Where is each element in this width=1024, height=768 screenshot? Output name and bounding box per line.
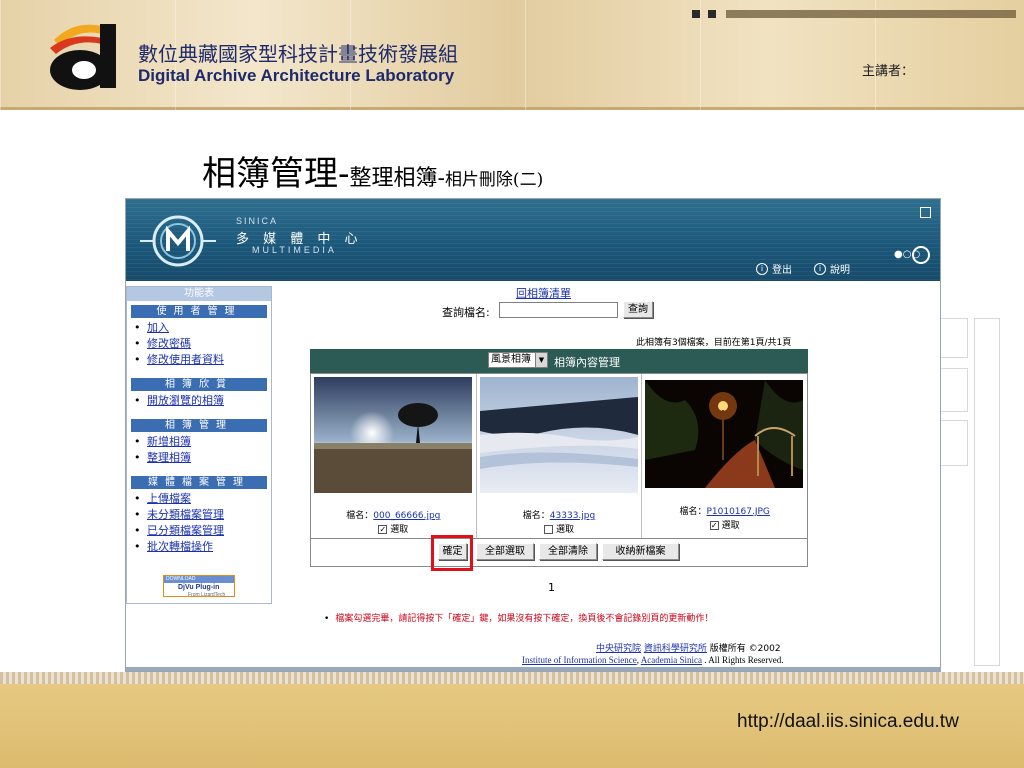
photo-cell: 檔名：P1010167.JPG ✓ 選取 xyxy=(642,374,807,538)
sidebar-section-browse: 相簿欣賞 xyxy=(131,378,267,391)
sidebar-item-join[interactable]: 加入 xyxy=(134,320,271,336)
iis-link[interactable]: 資訊科學研究所 xyxy=(644,644,707,654)
back-to-album-list-link[interactable]: 回相簿清單 xyxy=(516,285,571,301)
deco-panel xyxy=(940,368,968,412)
photo-select-row: 選取 xyxy=(477,522,642,535)
album-header: 風景相簿 ▼ 相簿內容管理 xyxy=(310,349,808,373)
sidebar-item-unclassified[interactable]: 未分類檔案管理 xyxy=(134,507,271,523)
sidebar-item-upload[interactable]: 上傳檔案 xyxy=(134,491,271,507)
query-button[interactable]: 查詢 xyxy=(623,301,653,318)
page-info: 此相簿有3個檔案，目前在第1頁/共1頁 xyxy=(636,338,792,348)
window-square-icon xyxy=(920,207,931,218)
photo-select-checkbox[interactable] xyxy=(544,525,554,534)
photo-cell: 檔名：43333.jpg 選取 xyxy=(477,374,643,538)
org-name-en: Digital Archive Architecture Laboratory xyxy=(138,66,455,85)
slide-title: 相簿管理-整理相簿-相片刪除(二) xyxy=(202,146,543,195)
photo-night-street[interactable] xyxy=(645,380,804,488)
logout-button[interactable]: i 登出 xyxy=(756,261,792,276)
collect-new-files-button[interactable]: 收納新檔案 xyxy=(602,543,679,560)
notice-text: 檔案勾選完畢，請記得按下「確定」鍵，如果沒有按下確定，換頁後不會記錄別頁的更新動… xyxy=(324,611,713,624)
query-label: 查詢檔名: xyxy=(442,306,490,319)
header-deco-square xyxy=(708,10,716,18)
sidebar-section-user: 使用者管理 xyxy=(131,305,267,318)
title-sub: 整理相簿- xyxy=(349,166,445,191)
photo-filename: 檔名：000_66666.jpg xyxy=(346,511,441,521)
photo-select-checkbox[interactable]: ✓ xyxy=(378,525,388,534)
sidebar-item-change-password[interactable]: 修改密碼 xyxy=(134,336,271,352)
iis-en-link[interactable]: Institute of Information Science xyxy=(522,655,637,665)
sidebar-item-organize-album[interactable]: 整理相簿 xyxy=(134,450,271,466)
photo-filename-link[interactable]: P1010167.JPG xyxy=(706,507,769,517)
clear-all-button[interactable]: 全部清除 xyxy=(539,543,597,560)
photo-abstract-sky[interactable] xyxy=(479,377,638,493)
footer-strip xyxy=(0,672,1024,684)
academia-sinica-link[interactable]: 中央研究院 xyxy=(596,644,641,654)
sidebar-menu: 功能表 使用者管理 加入 修改密碼 修改使用者資料 相簿欣賞 開放瀏覽的相簿 相… xyxy=(126,286,272,604)
sidebar-item-new-album[interactable]: 新增相簿 xyxy=(134,434,271,450)
header-deco-square xyxy=(692,10,700,18)
photo-tree-sunset[interactable] xyxy=(314,377,472,493)
photo-filename-link[interactable]: 000_66666.jpg xyxy=(373,511,440,521)
plugin-name: DjVu Plug-in xyxy=(178,584,220,591)
plugin-vendor: From LizardTech xyxy=(188,592,226,598)
sidebar-section-album: 相簿管理 xyxy=(131,419,267,432)
album-content-title: 相簿內容管理 xyxy=(554,356,620,369)
photo-grid: 檔名：000_66666.jpg ✓ 選取 檔名：43333.jpg 選取 檔名… xyxy=(310,373,808,539)
org-name-cn: 數位典藏國家型科技計畫技術發展組 xyxy=(138,42,458,66)
rights-en: . All Rights Reserved. xyxy=(704,655,784,665)
photo-filename-link[interactable]: 43333.jpg xyxy=(550,511,595,521)
speaker-label: 主講者： xyxy=(862,64,915,79)
ring-icon xyxy=(912,246,930,264)
plugin-download-label: DOWNLOAD xyxy=(164,576,234,583)
help-button[interactable]: i 說明 xyxy=(814,261,850,276)
sidebar-item-public-albums[interactable]: 開放瀏覽的相簿 xyxy=(134,393,271,409)
rights-cn: 版權所有 ©2002 xyxy=(709,644,781,654)
deco-panel xyxy=(940,420,968,466)
sidebar-title: 功能表 xyxy=(127,287,271,301)
chevron-down-icon: ▼ xyxy=(535,353,547,367)
album-select[interactable]: 風景相簿 ▼ xyxy=(488,352,548,368)
photo-select-checkbox[interactable]: ✓ xyxy=(709,521,719,530)
sidebar-item-classified[interactable]: 已分類檔案管理 xyxy=(134,523,271,539)
daal-logo-icon xyxy=(50,24,116,90)
photo-select-row: ✓ 選取 xyxy=(378,525,409,535)
multimedia-banner: SINICA 多 媒 體 中 心 MULTIMEDIA ●○○ i 登出 i 說… xyxy=(126,199,940,281)
deco-panel xyxy=(974,318,1000,666)
photo-cell: 檔名：000_66666.jpg ✓ 選取 xyxy=(311,374,477,538)
screenshot-bottom-strip xyxy=(126,667,940,671)
copyright-en: Institute of Information Science, Academ… xyxy=(522,655,784,665)
banner-title-en: MULTIMEDIA xyxy=(252,245,337,255)
slide-header: 數位典藏國家型科技計畫技術發展組 Digital Archive Archite… xyxy=(0,0,1024,110)
screenshot-window: SINICA 多 媒 體 中 心 MULTIMEDIA ●○○ i 登出 i 說… xyxy=(125,198,941,672)
academia-sinica-en-link[interactable]: Academia Sinica xyxy=(641,655,702,665)
page-number[interactable]: 1 xyxy=(548,581,555,594)
album-select-value: 風景相簿 xyxy=(491,354,531,365)
query-filename-input[interactable] xyxy=(499,302,618,318)
logout-label: 登出 xyxy=(772,265,792,276)
sidebar-section-media: 媒體檔案管理 xyxy=(131,476,267,489)
photo-filename: 檔名：43333.jpg xyxy=(522,511,596,521)
title-detail: 相片刪除(二) xyxy=(444,170,544,190)
photo-select-row: ✓ 選取 xyxy=(709,521,740,531)
power-icon: i xyxy=(756,262,768,275)
help-label: 說明 xyxy=(830,265,850,276)
confirm-highlight-box xyxy=(431,535,473,571)
title-main: 相簿管理- xyxy=(202,154,350,194)
multimedia-logo-icon xyxy=(140,215,216,267)
header-deco-bar xyxy=(726,10,1016,18)
select-all-button[interactable]: 全部選取 xyxy=(476,543,534,560)
info-icon: i xyxy=(814,262,826,275)
sidebar-item-edit-profile[interactable]: 修改使用者資料 xyxy=(134,352,271,368)
footer-url[interactable]: http://daal.iis.sinica.edu.tw xyxy=(737,711,959,733)
copyright-cn: 中央研究院 資訊科學研究所 版權所有 ©2002 xyxy=(596,641,781,654)
photo-filename: 檔名：P1010167.JPG xyxy=(679,507,770,517)
sidebar-item-batch-convert[interactable]: 批次轉檔操作 xyxy=(134,539,271,555)
banner-sinica: SINICA xyxy=(236,216,279,226)
deco-panel xyxy=(940,318,968,358)
djvu-plugin-badge[interactable]: DOWNLOAD DjVu Plug-in From LizardTech xyxy=(163,575,235,598)
